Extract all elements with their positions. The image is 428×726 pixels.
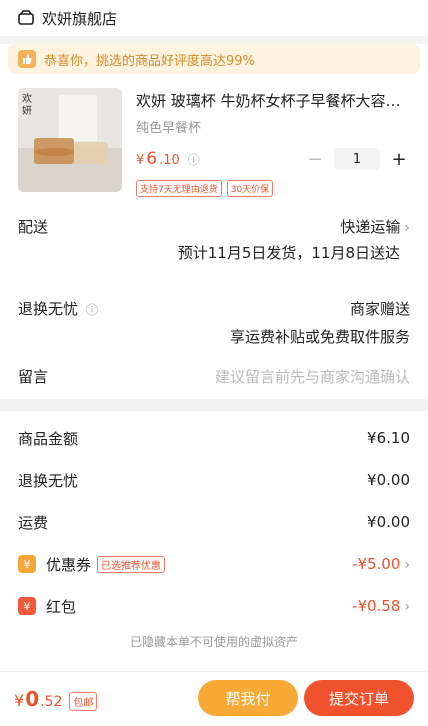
redpacket-value[interactable]: -¥0.58 ›	[352, 597, 410, 615]
coupon-value[interactable]: -¥5.00 ›	[352, 555, 410, 573]
goods-amount-row: 商品金额 ¥6.10	[0, 417, 428, 459]
chevron-right-icon: ›	[404, 599, 410, 615]
total-dec: .52	[40, 694, 63, 710]
chevron-right-icon: ›	[404, 557, 410, 573]
product-item[interactable]: 欢 妍 欢妍 玻璃杯 牛奶杯女杯子早餐杯大容… 纯色早餐杯 ¥ 6 .10 ⓘ …	[0, 74, 428, 197]
coupon-badge: 已选推荐优惠	[97, 555, 166, 573]
shop-name[interactable]: 欢妍旗舰店	[42, 8, 117, 29]
returns-value: 商家赠送	[349, 299, 410, 318]
product-spec[interactable]: 纯色早餐杯	[136, 117, 410, 136]
returns-fee-row: 退换无忧 ¥0.00	[0, 459, 428, 501]
coupon-row[interactable]: ¥ 优惠券 已选推荐优惠 -¥5.00 ›	[0, 543, 428, 585]
redpacket-row[interactable]: ¥ 红包 -¥0.58 ›	[0, 585, 428, 627]
svg-text:妍: 妍	[22, 104, 32, 117]
total-symbol: ¥	[14, 691, 25, 710]
product-image[interactable]: 欢 妍	[18, 88, 122, 192]
price-dec: .10	[159, 153, 180, 168]
quantity-stepper[interactable]: − 1 +	[304, 148, 410, 170]
quantity-field[interactable]: 1	[334, 148, 380, 170]
price-symbol: ¥	[136, 153, 145, 168]
coupon-icon: ¥	[18, 555, 36, 573]
message-input[interactable]: 建议留言前先与商家沟通确认	[215, 366, 410, 387]
total-price: ¥ 0 .52 包邮	[14, 687, 98, 711]
product-price: ¥ 6 .10 ⓘ	[136, 149, 200, 169]
info-icon[interactable]: ⓘ	[86, 303, 98, 317]
redpacket-icon: ¥	[18, 597, 36, 615]
goods-label: 商品金额	[18, 429, 79, 448]
bottom-bar: ¥ 0 .52 包邮 帮我付 提交订单	[0, 671, 428, 726]
returns-detail: 享运费补贴或免费取件服务	[229, 327, 410, 346]
submit-order-button[interactable]: 提交订单	[304, 680, 414, 716]
increase-button[interactable]: +	[388, 149, 410, 170]
shop-header[interactable]: 欢妍旗舰店	[0, 0, 428, 36]
price-protect-tag: 30天价保	[226, 180, 274, 197]
freight-value: ¥0.00	[367, 513, 410, 531]
redpacket-label: 红包	[46, 597, 77, 616]
message-label: 留言	[18, 367, 49, 386]
total-int: 0	[25, 687, 40, 711]
delivery-label: 配送	[18, 217, 49, 236]
decrease-button[interactable]: −	[304, 149, 326, 170]
message-row[interactable]: 留言 建议留言前先与商家沟通确认	[0, 363, 428, 389]
freight-label: 运费	[18, 513, 49, 532]
banner-text: 恭喜你，挑选的商品好评度高达99%	[44, 53, 255, 69]
coupon-label: 优惠券	[46, 555, 92, 574]
returns-fee-value: ¥0.00	[367, 471, 410, 489]
svg-text:欢: 欢	[22, 92, 32, 105]
delivery-eta: 预计11月5日发货，11月8日送达	[177, 243, 400, 262]
info-icon[interactable]: ⓘ	[188, 151, 200, 168]
satisfaction-banner: 恭喜你，挑选的商品好评度高达99%	[8, 44, 420, 74]
help-pay-button[interactable]: 帮我付	[198, 680, 298, 716]
delivery-method[interactable]: 快递运输 ›	[340, 216, 410, 237]
chevron-right-icon: ›	[404, 219, 410, 236]
shipping-badge: 包邮	[69, 692, 98, 711]
product-title[interactable]: 欢妍 玻璃杯 牛奶杯女杯子早餐杯大容…	[136, 90, 410, 111]
return-policy-tag: 支持7天无理由退货	[136, 180, 222, 197]
shop-icon	[18, 10, 34, 25]
price-int: 6	[146, 149, 158, 169]
goods-value: ¥6.10	[367, 429, 410, 447]
returns-label: 退换无忧 ⓘ	[18, 299, 99, 318]
returns-fee-label: 退换无忧	[18, 471, 79, 490]
thumbs-up-icon	[18, 50, 36, 68]
returns-row[interactable]: 退换无忧 ⓘ 商家赠送	[0, 295, 428, 321]
freight-row: 运费 ¥0.00	[0, 501, 428, 543]
delivery-row[interactable]: 配送 快递运输 ›	[0, 213, 428, 239]
